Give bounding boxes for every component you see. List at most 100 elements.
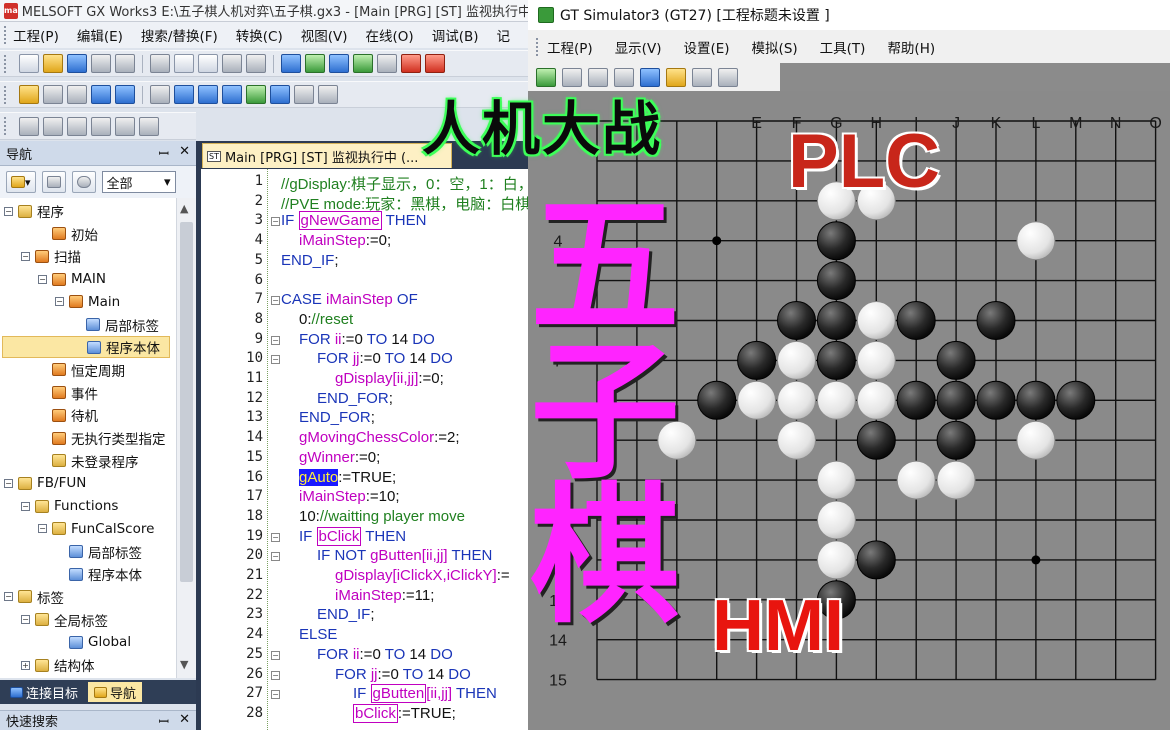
batch-monitor-icon[interactable] (222, 85, 242, 104)
collapse-icon[interactable]: − (4, 478, 13, 488)
code-line[interactable]: IF bClick THEN (299, 526, 406, 546)
watch-window-icon[interactable] (115, 85, 135, 104)
collapse-icon[interactable]: − (21, 251, 30, 261)
code-line[interactable]: END_FOR; (317, 390, 393, 407)
monitor-start-icon[interactable] (353, 54, 373, 73)
code-line[interactable]: END_IF; (281, 252, 339, 269)
code-line[interactable]: FOR jj:=0 TO 14 DO (317, 350, 453, 367)
tree-item[interactable]: 局部标签 (72, 314, 159, 336)
tree-item[interactable]: − FB/FUN (4, 472, 86, 494)
fold-toggle-icon[interactable]: − (271, 670, 280, 680)
project-tree-scrollbar[interactable]: ▲ ▼ (176, 198, 196, 678)
menu-project[interactable]: 工程(P) (13, 25, 59, 45)
tree-item[interactable]: − 标签 (4, 586, 64, 608)
code-line[interactable]: END_IF; (317, 606, 375, 623)
undo-icon[interactable] (222, 54, 242, 73)
tree-item[interactable]: 恒定周期 (38, 359, 125, 381)
code-line[interactable]: gWinner:=0; (299, 449, 380, 466)
tab-navigation[interactable]: 导航 (88, 682, 143, 702)
copy-icon[interactable] (174, 54, 194, 73)
indent-icon[interactable] (19, 116, 39, 136)
gt-menu-project[interactable]: 工程(P) (547, 37, 593, 57)
print-icon[interactable] (91, 54, 111, 73)
cross-reference-icon[interactable] (174, 85, 194, 104)
menu-debug[interactable]: 调试(B) (432, 25, 479, 45)
monitor-stop-icon[interactable] (377, 54, 397, 73)
pin-icon[interactable]: ꟷ (159, 712, 170, 730)
online-change-icon[interactable] (270, 85, 290, 104)
save-icon[interactable] (67, 54, 87, 73)
filter-button[interactable] (41, 171, 66, 193)
code-line[interactable]: iMainStep:=10; (299, 488, 399, 505)
code-line[interactable]: CASE iMainStep OF (281, 291, 418, 308)
tree-item[interactable]: − Functions (21, 495, 118, 517)
code-line[interactable]: IF gNewGame THEN (281, 211, 426, 231)
tree-item[interactable]: − 扫描 (21, 245, 81, 267)
settings-button[interactable] (71, 171, 96, 193)
code-line[interactable]: gDisplay[ii,jj]:=0; (335, 370, 444, 387)
redo-icon[interactable] (246, 54, 266, 73)
menu-edit[interactable]: 编辑(E) (77, 25, 123, 45)
open-folder-icon[interactable] (43, 54, 63, 73)
screen-capture-icon[interactable] (692, 67, 712, 87)
menu-record[interactable]: 记 (497, 25, 511, 45)
code-line[interactable]: gMovingChessColor:=2; (299, 429, 460, 446)
code-line[interactable]: FOR ii:=0 TO 14 DO (317, 646, 453, 663)
verify-plc-icon[interactable] (329, 54, 349, 73)
code-line[interactable]: bClick:=TRUE; (353, 703, 456, 723)
find-prev-icon[interactable] (91, 116, 111, 136)
tab-connection-destination[interactable]: 连接目标 (4, 682, 84, 702)
gt-menu-simulate[interactable]: 模拟(S) (752, 37, 798, 57)
code-line[interactable]: 10://waitting player move (299, 508, 465, 525)
tree-item[interactable]: 事件 (38, 382, 98, 404)
code-line[interactable]: //gDisplay:棋子显示，0：空，1：白， (281, 173, 528, 194)
bookmark-icon[interactable] (115, 116, 135, 136)
tree-item[interactable]: − MAIN (38, 268, 106, 290)
tree-item[interactable]: − 全局标签 (21, 609, 108, 631)
tree-item[interactable]: 初始 (38, 223, 98, 245)
fold-toggle-icon[interactable]: − (271, 296, 280, 306)
scroll-down-icon[interactable]: ▼ (180, 658, 188, 671)
code-line[interactable]: gDisplay[iClickX,iClickY]:= (335, 567, 510, 584)
code-line[interactable]: FOR ii:=0 TO 14 DO (299, 331, 435, 348)
label-editor-icon[interactable] (91, 85, 111, 104)
scope-select[interactable]: 全部 ▾ (101, 171, 176, 193)
code-line[interactable]: 0://reset (299, 311, 353, 328)
expand-icon[interactable]: + (21, 660, 30, 670)
tree-item[interactable]: − 程序 (4, 200, 64, 222)
device-memory-icon[interactable] (43, 85, 63, 104)
gt-menu-tools[interactable]: 工具(T) (820, 37, 866, 57)
collapse-icon[interactable]: − (21, 615, 30, 625)
fold-toggle-icon[interactable]: − (271, 217, 280, 227)
simulation-stop-icon[interactable] (425, 54, 445, 73)
tree-item[interactable]: 程序本体 (55, 563, 142, 585)
code-line[interactable]: END_FOR; (299, 409, 375, 426)
keyboard-icon[interactable] (718, 67, 738, 87)
scroll-thumb[interactable] (180, 222, 193, 582)
tree-item[interactable]: 局部标签 (55, 541, 142, 563)
tree-item[interactable]: 待机 (38, 404, 98, 426)
fold-toggle-icon[interactable]: − (271, 355, 280, 365)
read-from-plc-icon[interactable] (281, 54, 301, 73)
fold-toggle-icon[interactable]: − (271, 690, 280, 700)
view-mode-button[interactable]: ▾ (6, 171, 36, 193)
search-icon[interactable] (150, 85, 170, 104)
tree-item[interactable]: 未登录程序 (38, 450, 139, 472)
outline-icon[interactable] (139, 116, 159, 136)
collapse-icon[interactable]: − (21, 501, 30, 511)
menu-view[interactable]: 视图(V) (301, 25, 348, 45)
gt-menu-view[interactable]: 显示(V) (615, 37, 662, 57)
gt-menu-help[interactable]: 帮助(H) (887, 37, 935, 57)
menu-find-replace[interactable]: 搜索/替换(F) (141, 25, 218, 45)
tab-main-program[interactable]: ST Main [PRG] [ST] 监视执行中 (... (202, 143, 452, 168)
diagnostics-icon[interactable] (294, 85, 314, 104)
st-code-editor[interactable]: 1 2 3 4 5 6 7 8 9 10 11 12 13 14 15 16 17 18 19 20 21 22 23 24 2… (196, 169, 528, 730)
close-icon[interactable]: ✕ (179, 712, 190, 730)
code-line[interactable]: IF gButten [ii,jj] THEN (353, 684, 497, 704)
comment-block-icon[interactable] (43, 116, 63, 136)
fold-toggle-icon[interactable]: − (271, 650, 280, 660)
scroll-up-icon[interactable]: ▲ (180, 202, 188, 215)
collapse-icon[interactable]: − (38, 524, 47, 534)
new-file-icon[interactable] (19, 54, 39, 73)
tree-item[interactable]: + 结构体 (21, 654, 95, 676)
